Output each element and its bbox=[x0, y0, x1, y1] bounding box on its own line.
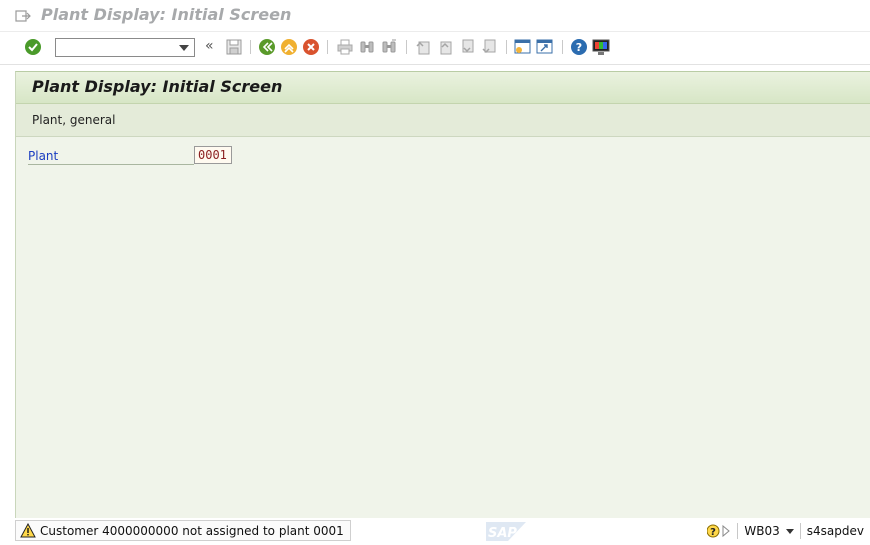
page-title: Plant Display: Initial Screen bbox=[32, 77, 283, 96]
system-info: ? WB03 s4sapdev bbox=[701, 520, 870, 542]
application-toolbar: « ? bbox=[0, 31, 870, 65]
help-icon[interactable]: ? bbox=[570, 38, 588, 56]
print-icon[interactable] bbox=[336, 38, 354, 56]
section-title: Plant, general bbox=[32, 113, 116, 127]
transaction-code-text: WB03 bbox=[744, 524, 780, 538]
svg-text:?: ? bbox=[576, 41, 582, 54]
enter-icon[interactable] bbox=[24, 38, 42, 56]
plant-label: Plant bbox=[28, 149, 194, 165]
sap-logo: SAP bbox=[486, 522, 526, 541]
command-input[interactable] bbox=[58, 40, 180, 56]
last-page-icon[interactable] bbox=[480, 38, 498, 56]
title-bar: Plant Display: Initial Screen bbox=[0, 0, 870, 30]
status-message[interactable]: Customer 4000000000 not assigned to plan… bbox=[15, 520, 351, 541]
toolbar-separator bbox=[406, 40, 407, 54]
svg-text:SAP: SAP bbox=[488, 526, 517, 541]
next-page-icon[interactable] bbox=[458, 38, 476, 56]
find-icon[interactable] bbox=[358, 38, 376, 56]
toolbar-separator bbox=[506, 40, 507, 54]
first-page-icon[interactable] bbox=[414, 38, 432, 56]
create-session-icon[interactable] bbox=[514, 38, 532, 56]
find-next-icon[interactable] bbox=[380, 38, 398, 56]
chevron-down-icon[interactable] bbox=[179, 45, 189, 51]
save-icon[interactable] bbox=[225, 38, 243, 56]
shortcut-icon[interactable] bbox=[536, 38, 554, 56]
status-message-text: Customer 4000000000 not assigned to plan… bbox=[40, 523, 344, 538]
transaction-code[interactable]: WB03 bbox=[738, 522, 799, 540]
plant-input[interactable] bbox=[194, 146, 232, 164]
content-header: Plant Display: Initial Screen bbox=[16, 72, 870, 104]
toolbar-separator bbox=[327, 40, 328, 54]
svg-text:?: ? bbox=[711, 527, 717, 538]
status-bar: Customer 4000000000 not assigned to plan… bbox=[0, 518, 870, 544]
main-content: Plant Display: Initial Screen Plant, gen… bbox=[15, 71, 870, 518]
customize-layout-icon[interactable] bbox=[592, 38, 610, 56]
warning-icon bbox=[20, 523, 36, 538]
system-name: s4sapdev bbox=[806, 524, 864, 538]
status-help-icon[interactable]: ? bbox=[701, 522, 737, 540]
toolbar-separator bbox=[250, 40, 251, 54]
command-field[interactable] bbox=[55, 38, 195, 57]
toolbar-separator bbox=[562, 40, 563, 54]
back-icon[interactable] bbox=[258, 38, 276, 56]
exit-icon[interactable] bbox=[280, 38, 298, 56]
section-header: Plant, general bbox=[16, 104, 870, 137]
cancel-icon[interactable] bbox=[302, 38, 320, 56]
collapse-command-field-button[interactable]: « bbox=[205, 38, 214, 54]
window-title: Plant Display: Initial Screen bbox=[41, 5, 292, 24]
previous-page-icon[interactable] bbox=[436, 38, 454, 56]
menu-icon[interactable] bbox=[15, 8, 31, 22]
chevron-down-icon[interactable] bbox=[785, 528, 794, 534]
